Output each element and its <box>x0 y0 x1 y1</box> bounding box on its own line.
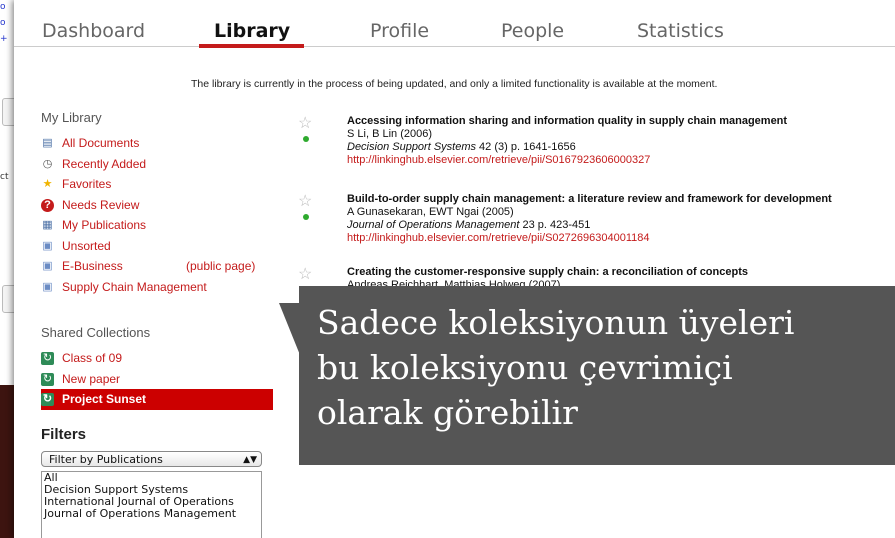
documents-icon: ▤ <box>42 137 53 149</box>
sidebar-item-favorites[interactable]: ★ Favorites <box>41 174 271 195</box>
tab-statistics[interactable]: Statistics <box>637 20 724 42</box>
sidebar-item-label: Supply Chain Management <box>62 279 207 294</box>
active-tab-indicator <box>199 44 304 48</box>
tooltip-line: olarak görebilir <box>317 393 578 432</box>
update-notice: The library is currently in the process … <box>191 78 718 90</box>
filter-option[interactable]: All <box>42 472 261 484</box>
sidebar-item-label: Recently Added <box>62 156 147 171</box>
sidebar-item-supply-chain-management[interactable]: ▣ Supply Chain Management <box>41 277 271 298</box>
favorite-star-icon[interactable]: ☆ <box>298 264 312 284</box>
sidebar-item-e-business[interactable]: ▣ E-Business (public page) <box>41 256 271 277</box>
filter-option[interactable]: Decision Support Systems <box>42 483 261 496</box>
document-citation: 23 p. 423-451 <box>519 219 591 231</box>
document-authors: S Li, B Lin (2006) <box>347 128 432 140</box>
review-icon: ? <box>41 198 54 212</box>
favorite-star-icon[interactable]: ☆ <box>298 113 312 133</box>
shared-collections-title: Shared Collections <box>41 325 151 340</box>
filter-option[interactable]: Journal of Operations Management <box>42 507 261 520</box>
tooltip-pointer <box>279 303 300 355</box>
document-journal: Journal of Operations Management <box>347 219 520 231</box>
star-icon: ★ <box>42 178 53 190</box>
sidebar-item-class-of-09[interactable]: ↻ Class of 09 <box>41 348 271 369</box>
filter-option[interactable]: International Journal of Operations <box>42 495 261 508</box>
document-title[interactable]: Accessing information sharing and inform… <box>347 115 787 128</box>
shared-collection-icon: ↻ <box>41 393 54 406</box>
publications-icon: ▦ <box>42 219 53 231</box>
sidebar-item-label: Unsorted <box>62 238 111 253</box>
document-citation: 42 (3) p. 1641-1656 <box>476 141 576 153</box>
sidebar-item-label: Project Sunset <box>62 392 147 406</box>
favorite-star-icon[interactable]: ☆ <box>298 191 312 211</box>
filter-listbox[interactable]: All Decision Support Systems Internation… <box>41 470 262 538</box>
info-tooltip: Sadece koleksiyonun üyeleri bu koleksiyo… <box>299 286 895 465</box>
tooltip-line: bu koleksiyonu çevrimiçi <box>317 348 733 387</box>
background-link-fragment: + <box>0 34 8 44</box>
main-tabs: Dashboard Library Profile People Statist… <box>14 0 895 48</box>
sidebar-item-label: New paper <box>62 371 121 386</box>
document-journal: Decision Support Systems <box>347 141 476 153</box>
background-text-fragment: ct <box>0 172 9 182</box>
sidebar-item-project-sunset[interactable]: ↻ Project Sunset <box>41 389 273 410</box>
tab-library[interactable]: Library <box>214 20 290 42</box>
sidebar-item-label: Needs Review <box>62 197 140 212</box>
sidebar-item-needs-review[interactable]: ? Needs Review <box>41 195 271 216</box>
folder-icon: ▣ <box>42 239 53 252</box>
sidebar-item-recently-added[interactable]: ◷ Recently Added <box>41 154 271 175</box>
background-link-fragment: o <box>0 18 6 28</box>
folder-icon: ▣ <box>42 280 53 293</box>
sidebar-item-label: My Publications <box>62 218 147 232</box>
sidebar-item-label: Favorites <box>62 177 112 191</box>
sidebar-item-my-publications[interactable]: ▦ My Publications <box>41 215 271 236</box>
status-dot-icon <box>303 136 309 142</box>
tab-dashboard[interactable]: Dashboard <box>42 20 145 42</box>
sidebar-item-unsorted[interactable]: ▣ Unsorted <box>41 236 271 257</box>
tab-profile[interactable]: Profile <box>370 20 429 42</box>
sidebar-item-label: E-Business <box>62 259 123 273</box>
filter-select-value: Filter by Publications <box>49 452 163 466</box>
my-library-title: My Library <box>41 110 102 125</box>
document-url[interactable]: http://linkinghub.elsevier.com/retrieve/… <box>347 232 832 245</box>
status-dot-icon <box>303 214 309 220</box>
filters-title: Filters <box>41 425 87 443</box>
sidebar: My Library ▤ All Documents ◷ Recently Ad… <box>41 109 273 538</box>
shared-collection-icon: ↻ <box>41 372 54 386</box>
sidebar-item-label: All Documents <box>62 136 140 150</box>
folder-icon: ▣ <box>42 260 53 272</box>
background-link-fragment: o <box>0 2 6 12</box>
sidebar-item-new-paper[interactable]: ↻ New paper <box>41 369 271 390</box>
document-title[interactable]: Creating the customer-responsive supply … <box>347 266 748 279</box>
tooltip-line: Sadece koleksiyonun üyeleri <box>317 303 795 342</box>
tab-people[interactable]: People <box>501 20 564 42</box>
sidebar-item-label: Class of 09 <box>62 351 123 365</box>
public-page-link[interactable]: (public page) <box>186 256 255 276</box>
select-arrows-icon: ▲▼ <box>243 454 257 465</box>
document-title[interactable]: Build-to-order supply chain management: … <box>347 193 832 206</box>
filter-select[interactable]: Filter by Publications ▲▼ <box>41 450 262 467</box>
clock-icon: ◷ <box>42 157 53 170</box>
document-authors: A Gunasekaran, EWT Ngai (2005) <box>347 206 514 218</box>
sidebar-item-all-documents[interactable]: ▤ All Documents <box>41 133 271 154</box>
document-url[interactable]: http://linkinghub.elsevier.com/retrieve/… <box>347 154 787 167</box>
shared-collection-icon: ↻ <box>41 352 54 365</box>
